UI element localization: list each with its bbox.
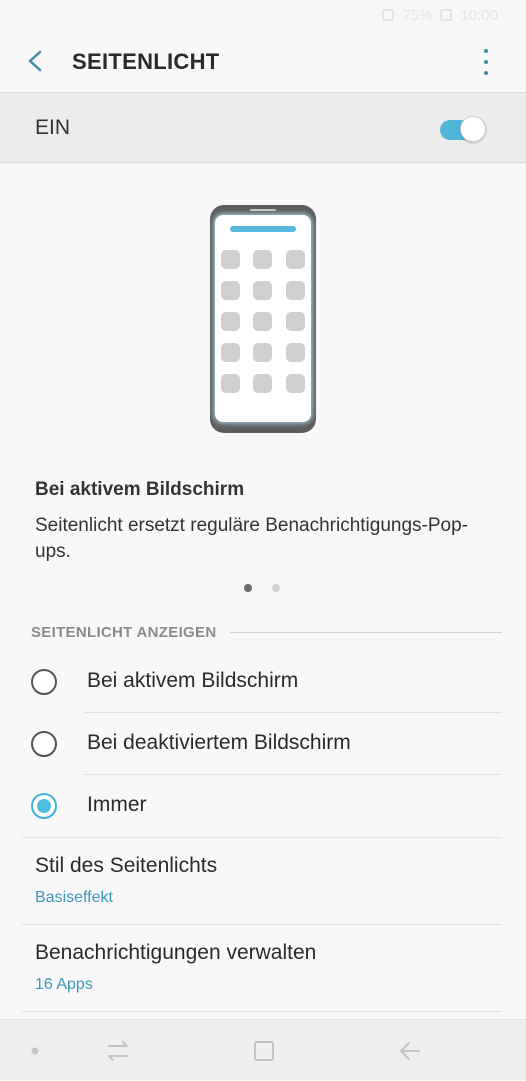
- section-divider: [230, 632, 502, 633]
- divider: [22, 1011, 502, 1012]
- status-bar: 75% 10:00: [0, 0, 526, 30]
- radio-option-active-screen[interactable]: Bei aktivem Bildschirm: [0, 651, 526, 713]
- radio-option-always[interactable]: Immer: [0, 775, 526, 837]
- nav-dot-button[interactable]: [20, 1020, 50, 1081]
- radio-button[interactable]: [31, 669, 57, 695]
- setting-title: Benachrichtigungen verwalten: [35, 941, 317, 964]
- master-switch-label: EIN: [35, 116, 71, 139]
- home-button[interactable]: [242, 1020, 286, 1081]
- radio-option-screen-off[interactable]: Bei deaktiviertem Bildschirm: [0, 713, 526, 775]
- preview-description: Seitenlicht ersetzt reguläre Benachricht…: [35, 515, 469, 562]
- radio-label: Bei aktivem Bildschirm: [87, 669, 299, 692]
- master-toggle[interactable]: [438, 115, 488, 143]
- setting-value: 16 Apps: [35, 976, 93, 993]
- page-indicator: [244, 584, 280, 592]
- chevron-left-icon: [28, 50, 42, 72]
- radio-button-selected[interactable]: [31, 793, 57, 819]
- recent-apps-button[interactable]: [96, 1020, 140, 1081]
- toggle-knob: [460, 116, 486, 142]
- more-dot-icon: [484, 60, 488, 64]
- signal-icon: [382, 9, 395, 21]
- radio-label: Immer: [87, 793, 147, 816]
- page-dot-active[interactable]: [244, 584, 252, 592]
- navigation-bar: [0, 1019, 526, 1080]
- more-options-button[interactable]: [476, 49, 496, 75]
- radio-label: Bei deaktiviertem Bildschirm: [87, 731, 351, 754]
- battery-percent: 75%: [402, 6, 433, 24]
- back-button[interactable]: [22, 48, 48, 74]
- page-title: SEITENLICHT: [72, 49, 220, 74]
- more-dot-icon: [484, 71, 488, 75]
- battery-icon: [440, 9, 453, 21]
- back-icon: [400, 1041, 420, 1060]
- app-bar: SEITENLICHT: [0, 30, 526, 92]
- setting-value: Basiseffekt: [35, 889, 113, 906]
- master-switch-row[interactable]: EIN: [0, 92, 526, 163]
- page-dot[interactable]: [272, 584, 280, 592]
- setting-manage-notifications[interactable]: Benachrichtigungen verwalten 16 Apps: [0, 925, 526, 1011]
- section-header: SEITENLICHT ANZEIGEN: [31, 624, 217, 641]
- recent-apps-icon: [108, 1040, 128, 1061]
- clock: 10:00: [460, 6, 498, 24]
- setting-title: Stil des Seitenlichts: [35, 854, 218, 877]
- more-dot-icon: [484, 49, 488, 53]
- setting-edge-lighting-style[interactable]: Stil des Seitenlichts Basiseffekt: [0, 838, 526, 924]
- system-back-button[interactable]: [388, 1020, 432, 1081]
- phone-illustration: [210, 205, 316, 433]
- preview-title: Bei aktivem Bildschirm: [35, 479, 245, 500]
- dot-icon: [31, 1047, 39, 1054]
- radio-button[interactable]: [31, 731, 57, 757]
- home-icon: [254, 1040, 274, 1061]
